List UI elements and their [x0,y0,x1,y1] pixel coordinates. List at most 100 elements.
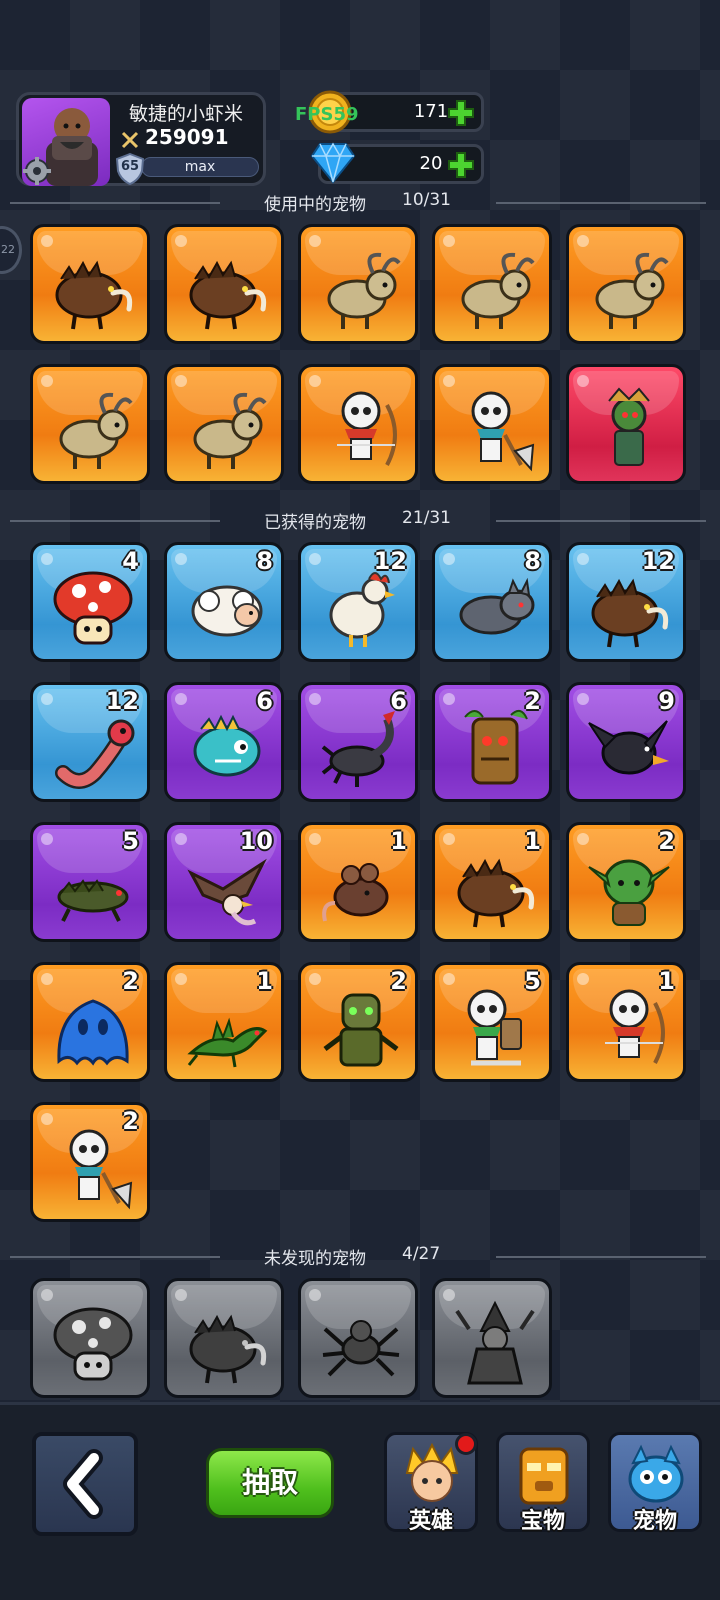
section-count: 21/31 [402,508,451,528]
spider-icon [322,1320,400,1377]
rooster-icon [329,572,395,647]
player-name: 敏捷的小虾米 [129,103,244,125]
obtained-pet-tile[interactable]: 12 [566,542,686,662]
shaman-icon [608,387,650,466]
in-use-pet-tile[interactable] [432,364,552,484]
tab-hero[interactable]: 英雄 [384,1432,478,1534]
tab-treasure[interactable]: 宝物 [496,1432,590,1534]
obtained-pet-tile[interactable]: 8 [432,542,552,662]
goat-icon [59,392,133,469]
tab-pet[interactable]: 宠物 [608,1432,702,1534]
worm-icon [55,719,135,789]
obtained-pet-tile[interactable]: 12 [30,682,150,802]
obtained-pet-tile[interactable]: 2 [30,1102,150,1222]
divider [496,1256,706,1258]
in-use-pet-tile[interactable] [30,364,150,484]
obtained-pet-tile[interactable]: 2 [566,822,686,942]
pet-quantity: 1 [658,967,675,995]
fps-overlay: FPS59 [295,104,359,125]
in-use-pet-tile[interactable] [298,224,418,344]
add-gold-button[interactable] [445,97,477,129]
pet-icon [628,1444,684,1503]
fish-icon [193,714,261,777]
obtained-pet-tile[interactable]: 2 [298,962,418,1082]
pet-quantity: 2 [390,967,407,995]
section-obtained-header: 已获得的宠物 21/31 [0,506,720,536]
obtained-pet-tile[interactable]: 5 [30,822,150,942]
divider [496,202,706,204]
obtained-pet-tile[interactable]: 10 [164,822,284,942]
wolf-icon [459,577,535,635]
gem-icon [310,142,356,184]
lizard-icon [57,879,129,922]
skeleton-archer-icon [605,989,665,1064]
undiscovered-pet-tile[interactable] [298,1278,418,1398]
boar-icon [55,260,133,330]
in-use-pet-tile[interactable] [298,364,418,484]
rat-icon [322,863,389,922]
obtained-pet-tile[interactable]: 4 [30,542,150,662]
section-undiscovered-header: 未发现的宠物 4/27 [0,1242,720,1272]
pet-quantity: 12 [105,687,139,715]
goat-icon [595,252,669,329]
pet-quantity: 6 [390,687,407,715]
obtained-pet-tile[interactable]: 1 [432,822,552,942]
boar-icon [189,1314,267,1384]
pet-quantity: 8 [524,547,541,575]
profile-card[interactable]: 敏捷的小虾米 259091 max 65 [16,92,266,186]
obtained-pet-tile[interactable]: 9 [566,682,686,802]
power-value: 259091 [145,125,229,149]
slime-icon [57,999,129,1066]
undiscovered-pet-tile[interactable] [164,1278,284,1398]
undiscovered-pet-tile[interactable] [432,1278,552,1398]
tab-label: 英雄 [408,1509,453,1534]
boar-icon [189,260,267,330]
in-use-pet-tile[interactable] [164,364,284,484]
back-button[interactable] [32,1432,138,1536]
divider [496,520,706,522]
in-use-pet-tile[interactable] [566,224,686,344]
in-use-pet-tile[interactable] [566,364,686,484]
pet-quantity: 6 [256,687,273,715]
side-chip[interactable]: 22 [0,226,22,274]
pet-quantity: 2 [122,1107,139,1135]
in-use-pet-tile[interactable] [432,224,552,344]
divider [10,202,220,204]
section-count: 4/27 [402,1244,441,1264]
obtained-pet-tile[interactable]: 12 [298,542,418,662]
obtained-pet-tile[interactable]: 5 [432,962,552,1082]
obtained-pet-tile[interactable]: 8 [164,542,284,662]
obtained-pet-tile[interactable]: 2 [30,962,150,1082]
obtained-pet-tile[interactable]: 2 [432,682,552,802]
pet-quantity: 1 [524,827,541,855]
treant-icon [464,709,528,785]
undiscovered-pet-tile[interactable] [30,1278,150,1398]
add-gem-button[interactable] [445,149,477,181]
skeleton-archer-icon [337,391,397,466]
section-title: 使用中的宠物 [264,195,366,215]
crossed-swords-icon [121,131,139,149]
dragon-icon [187,1017,268,1068]
obtained-pet-tile[interactable]: 6 [164,682,284,802]
skeleton-axe-icon [69,1129,133,1210]
witch-icon [455,1300,535,1385]
obtained-pet-tile[interactable]: 1 [566,962,686,1082]
goblin-icon [588,859,670,926]
pet-quantity: 12 [641,547,675,575]
obtained-pet-tile[interactable]: 6 [298,682,418,802]
obtained-pet-tile[interactable]: 1 [298,822,418,942]
section-count: 10/31 [402,190,451,210]
pet-quantity: 5 [122,827,139,855]
draw-button[interactable]: 抽取 [206,1448,334,1518]
in-use-pet-tile[interactable] [30,224,150,344]
back-arrow-icon [63,1449,103,1519]
pet-quantity: 1 [390,827,407,855]
gear-icon[interactable] [23,157,51,185]
in-use-pet-tile[interactable] [164,224,284,344]
pet-quantity: 8 [256,547,273,575]
draw-button-label: 抽取 [241,1466,298,1499]
treasure-icon [519,1447,569,1505]
pet-quantity: 1 [256,967,273,995]
obtained-pet-tile[interactable]: 1 [164,962,284,1082]
hero-icon [405,1443,459,1502]
